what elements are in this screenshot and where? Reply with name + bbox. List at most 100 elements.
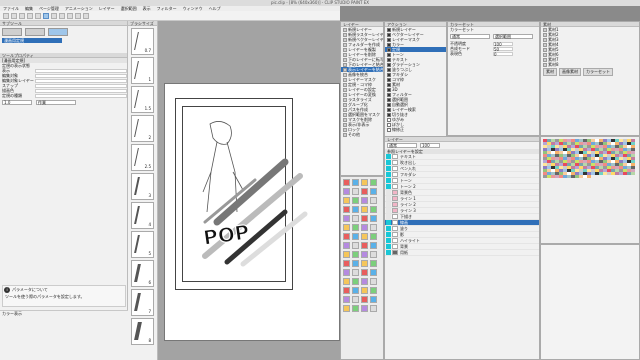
blend-icon[interactable]	[361, 278, 368, 285]
zoom-icon[interactable]	[83, 13, 89, 19]
eye-icon[interactable]	[386, 190, 391, 195]
eye-icon[interactable]	[386, 160, 391, 165]
pen-icon[interactable]	[343, 233, 350, 240]
flip-icon[interactable]	[75, 13, 81, 19]
new-icon[interactable]	[3, 13, 9, 19]
material-tab[interactable]: 素材	[543, 68, 557, 76]
pen-icon[interactable]	[2, 28, 22, 36]
checkbox-icon[interactable]	[387, 128, 391, 132]
undo-icon[interactable]	[27, 13, 33, 19]
brush-size-tile[interactable]: 4	[131, 202, 154, 229]
canvas-area[interactable]: POP	[158, 21, 340, 360]
material-tab[interactable]: カラーセット	[583, 68, 613, 76]
pen-icon[interactable]	[343, 287, 350, 294]
eraser-icon[interactable]	[370, 179, 377, 186]
save-icon[interactable]	[19, 13, 25, 19]
zoom-icon[interactable]	[343, 206, 350, 213]
liquify-icon[interactable]	[370, 224, 377, 231]
eraser-icon[interactable]	[370, 287, 377, 294]
eye-icon[interactable]	[386, 172, 391, 177]
brush-size-tile[interactable]: 1	[131, 57, 154, 84]
layer-row[interactable]: 用紙	[385, 250, 539, 256]
ruler-icon[interactable]	[352, 197, 359, 204]
brush-size-tile[interactable]: 5	[131, 231, 154, 258]
brush-size-tile[interactable]: 2.5	[131, 144, 154, 171]
color-swatch[interactable]	[587, 175, 591, 178]
pencil-icon[interactable]	[352, 287, 359, 294]
redo-icon[interactable]	[35, 13, 41, 19]
select-icon[interactable]	[361, 251, 368, 258]
dropdown-1[interactable]: 通常	[450, 34, 490, 39]
wand-icon[interactable]	[343, 215, 350, 222]
ruler-icon[interactable]	[352, 251, 359, 258]
decoration-icon[interactable]	[352, 224, 359, 231]
brush-size-tile[interactable]: 1.5	[131, 86, 154, 113]
eye-icon[interactable]	[386, 250, 391, 255]
eye-icon[interactable]	[386, 214, 391, 219]
eraser-icon[interactable]	[370, 233, 377, 240]
frame-icon[interactable]	[343, 197, 350, 204]
opacity-field[interactable]: 100	[420, 143, 440, 148]
brush-size-tile[interactable]: 7	[131, 289, 154, 316]
brush-size-tile[interactable]: 2	[131, 115, 154, 142]
gradient-icon[interactable]	[352, 188, 359, 195]
move-icon[interactable]	[370, 305, 377, 312]
pencil-icon[interactable]	[352, 233, 359, 240]
eye-icon[interactable]	[386, 238, 391, 243]
eye-icon[interactable]	[386, 232, 391, 237]
rotate-icon[interactable]	[67, 13, 73, 19]
brush-icon[interactable]	[361, 233, 368, 240]
fill-icon[interactable]	[343, 188, 350, 195]
curve-icon[interactable]	[370, 269, 377, 276]
ruler-icon[interactable]	[352, 305, 359, 312]
eye-icon[interactable]	[386, 208, 391, 213]
blend-icon[interactable]	[361, 224, 368, 231]
frame-icon[interactable]	[343, 305, 350, 312]
marker-icon[interactable]	[25, 28, 45, 36]
select-icon[interactable]	[361, 305, 368, 312]
curve-icon[interactable]	[370, 215, 377, 222]
decoration-icon[interactable]	[352, 278, 359, 285]
text-icon[interactable]	[361, 242, 368, 249]
layer-menu-item[interactable]: その他	[341, 132, 383, 137]
balloon-icon[interactable]	[370, 188, 377, 195]
move-icon[interactable]	[370, 251, 377, 258]
gradient-icon[interactable]	[352, 296, 359, 303]
eye-icon[interactable]	[386, 196, 391, 201]
color-swatch[interactable]	[631, 172, 635, 175]
move-icon[interactable]	[370, 197, 377, 204]
zoom-icon[interactable]	[343, 260, 350, 267]
select-icon[interactable]	[361, 197, 368, 204]
figure-icon[interactable]	[343, 278, 350, 285]
dropdown-2[interactable]: 選択範囲	[493, 34, 533, 39]
canvas-paper[interactable]: POP	[164, 83, 340, 341]
snap-icon[interactable]	[51, 13, 57, 19]
balloon-icon[interactable]	[370, 296, 377, 303]
tool-field[interactable]: 1.0	[2, 100, 32, 105]
eye-icon[interactable]	[386, 154, 391, 159]
pen-icon[interactable]	[343, 179, 350, 186]
balloon-icon[interactable]	[370, 242, 377, 249]
eye-icon[interactable]	[386, 166, 391, 171]
eye-icon[interactable]	[386, 220, 391, 225]
open-icon[interactable]	[11, 13, 17, 19]
figure-icon[interactable]	[343, 224, 350, 231]
line-icon[interactable]	[361, 215, 368, 222]
text-icon[interactable]	[361, 188, 368, 195]
tool-property-row[interactable]: 定規の種類	[0, 93, 127, 98]
brush-icon[interactable]	[361, 179, 368, 186]
tool-select[interactable]: 作業	[36, 100, 76, 105]
eye-icon[interactable]	[386, 178, 391, 183]
material-tab[interactable]: 画像素材	[559, 68, 581, 76]
brush-size-tile[interactable]: 3	[131, 173, 154, 200]
text-icon[interactable]	[361, 296, 368, 303]
grid-icon[interactable]	[59, 13, 65, 19]
blend-mode-select[interactable]: 通常	[387, 143, 417, 148]
hand-icon[interactable]	[352, 206, 359, 213]
eye-icon[interactable]	[386, 184, 391, 189]
ruler-icon[interactable]	[43, 13, 49, 19]
gradient-icon[interactable]	[352, 242, 359, 249]
eyedropper-icon[interactable]	[361, 260, 368, 267]
eye-icon[interactable]	[386, 202, 391, 207]
hand-icon[interactable]	[352, 260, 359, 267]
